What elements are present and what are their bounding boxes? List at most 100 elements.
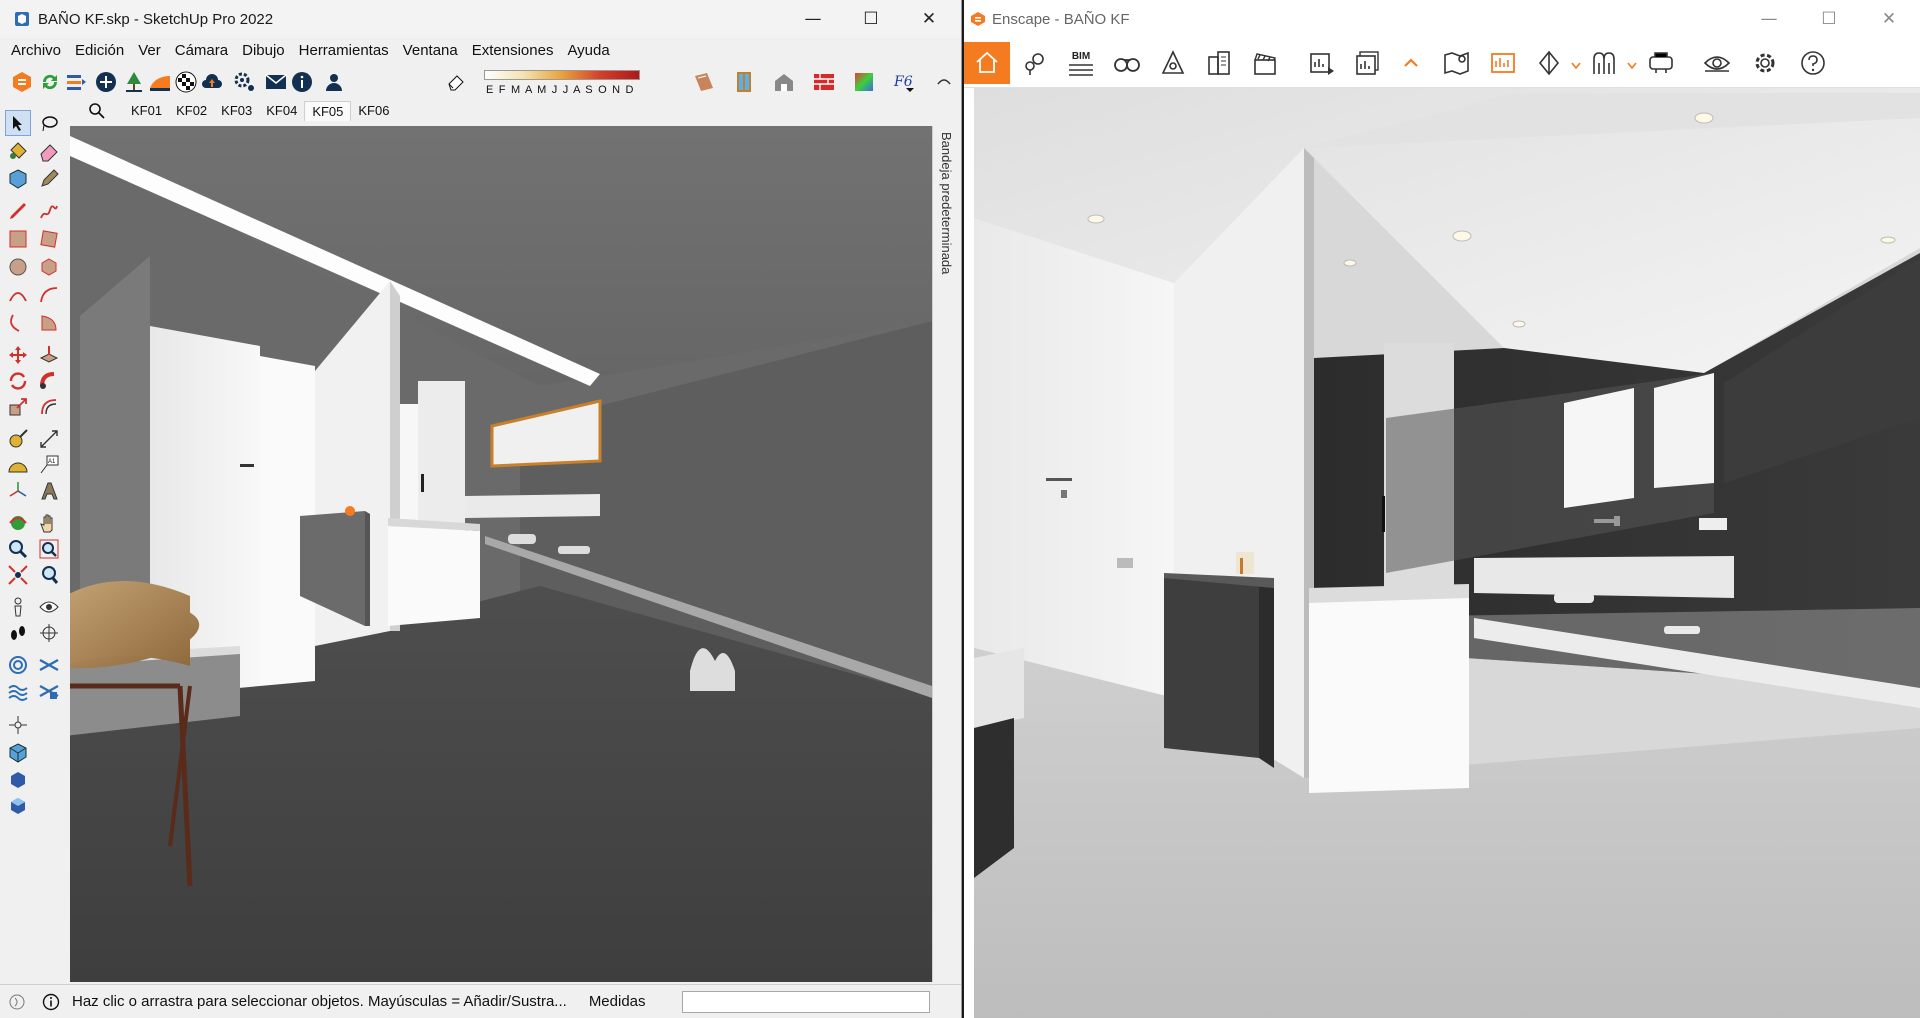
asset-dropdown-icon[interactable] bbox=[1626, 58, 1638, 76]
offset-icon[interactable] bbox=[36, 394, 62, 420]
f6-extension-icon[interactable]: F6 bbox=[890, 67, 918, 97]
3d-text-icon[interactable] bbox=[36, 478, 62, 504]
solid-cube-icon[interactable] bbox=[5, 740, 31, 766]
enscape-close-button[interactable]: ✕ bbox=[1860, 0, 1918, 38]
lasso-select-icon[interactable] bbox=[36, 110, 62, 136]
home-icon[interactable] bbox=[964, 42, 1010, 84]
move-icon[interactable] bbox=[5, 342, 31, 368]
vr-headset-icon[interactable] bbox=[1638, 42, 1684, 84]
location-pins-icon[interactable] bbox=[1012, 42, 1058, 84]
push-pull-icon[interactable] bbox=[36, 342, 62, 368]
menu-herramientas[interactable]: Herramientas bbox=[292, 42, 396, 59]
tab-kf01[interactable]: KF01 bbox=[124, 101, 169, 121]
feedback-mail-icon[interactable] bbox=[262, 67, 290, 97]
general-settings-gear-icon[interactable] bbox=[1742, 42, 1788, 84]
menu-edicion[interactable]: Edición bbox=[68, 42, 131, 59]
enscape-views-icon[interactable] bbox=[62, 67, 90, 97]
account-user-icon[interactable] bbox=[320, 67, 348, 97]
menu-ventana[interactable]: Ventana bbox=[396, 42, 465, 59]
text-label-icon[interactable]: A1 bbox=[36, 452, 62, 478]
tag-pencil-icon[interactable] bbox=[36, 166, 62, 192]
minimize-button[interactable]: — bbox=[784, 0, 842, 38]
dimension-icon[interactable] bbox=[36, 426, 62, 452]
advanced-camera-icon[interactable] bbox=[5, 712, 31, 738]
asset-library-icon[interactable] bbox=[1582, 42, 1628, 84]
info-help-icon[interactable] bbox=[42, 993, 60, 1011]
settings-gear-icon[interactable] bbox=[230, 67, 258, 97]
solid-union-icon[interactable] bbox=[5, 766, 31, 792]
buildings-icon[interactable] bbox=[1196, 42, 1242, 84]
menu-ver[interactable]: Ver bbox=[131, 42, 168, 59]
eraser-icon[interactable] bbox=[36, 138, 62, 164]
brick-wall-icon[interactable] bbox=[810, 67, 838, 97]
visual-settings-eye-icon[interactable] bbox=[1694, 42, 1740, 84]
follow-me-icon[interactable] bbox=[36, 368, 62, 394]
info-icon[interactable] bbox=[288, 67, 316, 97]
tab-kf03[interactable]: KF03 bbox=[214, 101, 259, 121]
default-tray-panel[interactable]: Bandeja predeterminada bbox=[932, 126, 961, 982]
close-button[interactable]: ✕ bbox=[900, 0, 958, 38]
sandbox-smoove-icon[interactable] bbox=[5, 678, 31, 704]
material-dropdown-icon[interactable] bbox=[1570, 58, 1582, 76]
help-question-icon[interactable] bbox=[1790, 42, 1836, 84]
circle-icon[interactable] bbox=[5, 254, 31, 280]
clapperboard-icon[interactable] bbox=[1242, 42, 1288, 84]
arc-icon[interactable] bbox=[5, 282, 31, 308]
enscape-start-icon[interactable] bbox=[8, 67, 36, 97]
sandbox-stamp-icon[interactable] bbox=[36, 678, 62, 704]
add-icon[interactable] bbox=[92, 67, 120, 97]
tab-kf05[interactable]: KF05 bbox=[304, 101, 352, 121]
orbit-icon[interactable] bbox=[5, 510, 31, 536]
rotate-icon[interactable] bbox=[5, 368, 31, 394]
solid-subtract-icon[interactable] bbox=[5, 792, 31, 818]
photo-texture-icon[interactable] bbox=[690, 67, 718, 97]
map-pin-icon[interactable] bbox=[1434, 42, 1480, 84]
menu-extensiones[interactable]: Extensiones bbox=[465, 42, 561, 59]
polygon-icon[interactable] bbox=[36, 254, 62, 280]
walk-footprints-icon[interactable] bbox=[5, 620, 31, 646]
menu-archivo[interactable]: Archivo bbox=[4, 42, 68, 59]
material-sphere-icon[interactable] bbox=[172, 67, 200, 97]
menu-dibujo[interactable]: Dibujo bbox=[235, 42, 292, 59]
collapse-toolbar-icon[interactable] bbox=[930, 67, 958, 97]
collapse-caret-icon[interactable] bbox=[1388, 42, 1434, 84]
upload-cloud-icon[interactable] bbox=[198, 67, 226, 97]
tab-kf04[interactable]: KF04 bbox=[259, 101, 304, 121]
tree-icon[interactable] bbox=[120, 67, 148, 97]
measurements-input[interactable] bbox=[682, 991, 930, 1013]
two-point-arc-icon[interactable] bbox=[36, 282, 62, 308]
geo-location-icon[interactable] bbox=[8, 993, 26, 1011]
tape-measure-icon[interactable] bbox=[5, 426, 31, 452]
shadow-months-strip[interactable]: E F M A M J J A S O N D bbox=[480, 68, 650, 100]
rotated-rectangle-icon[interactable] bbox=[36, 226, 62, 252]
screenshot-export-icon[interactable] bbox=[1300, 42, 1346, 84]
zoom-window-icon[interactable] bbox=[36, 536, 62, 562]
sandbox-contours-icon[interactable] bbox=[5, 652, 31, 678]
material-editor-icon[interactable] bbox=[1526, 42, 1572, 84]
terrain-icon[interactable] bbox=[146, 67, 174, 97]
section-plane-icon[interactable] bbox=[36, 620, 62, 646]
tab-kf02[interactable]: KF02 bbox=[169, 101, 214, 121]
position-camera-icon[interactable] bbox=[5, 594, 31, 620]
fly-mode-icon[interactable] bbox=[1150, 42, 1196, 84]
axes-icon[interactable] bbox=[5, 478, 31, 504]
window-component-icon[interactable] bbox=[730, 67, 758, 97]
maximize-button[interactable]: ☐ bbox=[842, 0, 900, 38]
enscape-sync-icon[interactable] bbox=[36, 67, 64, 97]
tab-kf06[interactable]: KF06 bbox=[351, 101, 396, 121]
rectangle-icon[interactable] bbox=[5, 226, 31, 252]
warehouse-house-icon[interactable] bbox=[770, 67, 798, 97]
enscape-minimize-button[interactable]: — bbox=[1740, 0, 1798, 38]
select-arrow-icon[interactable] bbox=[5, 110, 31, 136]
pie-icon[interactable] bbox=[36, 310, 62, 336]
enscape-maximize-button[interactable]: ☐ bbox=[1800, 0, 1858, 38]
previous-view-icon[interactable] bbox=[36, 562, 62, 588]
pan-hand-icon[interactable] bbox=[36, 510, 62, 536]
color-palette-icon[interactable] bbox=[850, 67, 878, 97]
atmosphere-panel-icon[interactable] bbox=[1480, 42, 1526, 84]
bim-icon[interactable]: BIM bbox=[1058, 42, 1104, 84]
zoom-extents-icon[interactable] bbox=[5, 562, 31, 588]
sandbox-scratch-icon[interactable] bbox=[36, 652, 62, 678]
menu-camara[interactable]: Cámara bbox=[168, 42, 235, 59]
binoculars-icon[interactable] bbox=[1104, 42, 1150, 84]
